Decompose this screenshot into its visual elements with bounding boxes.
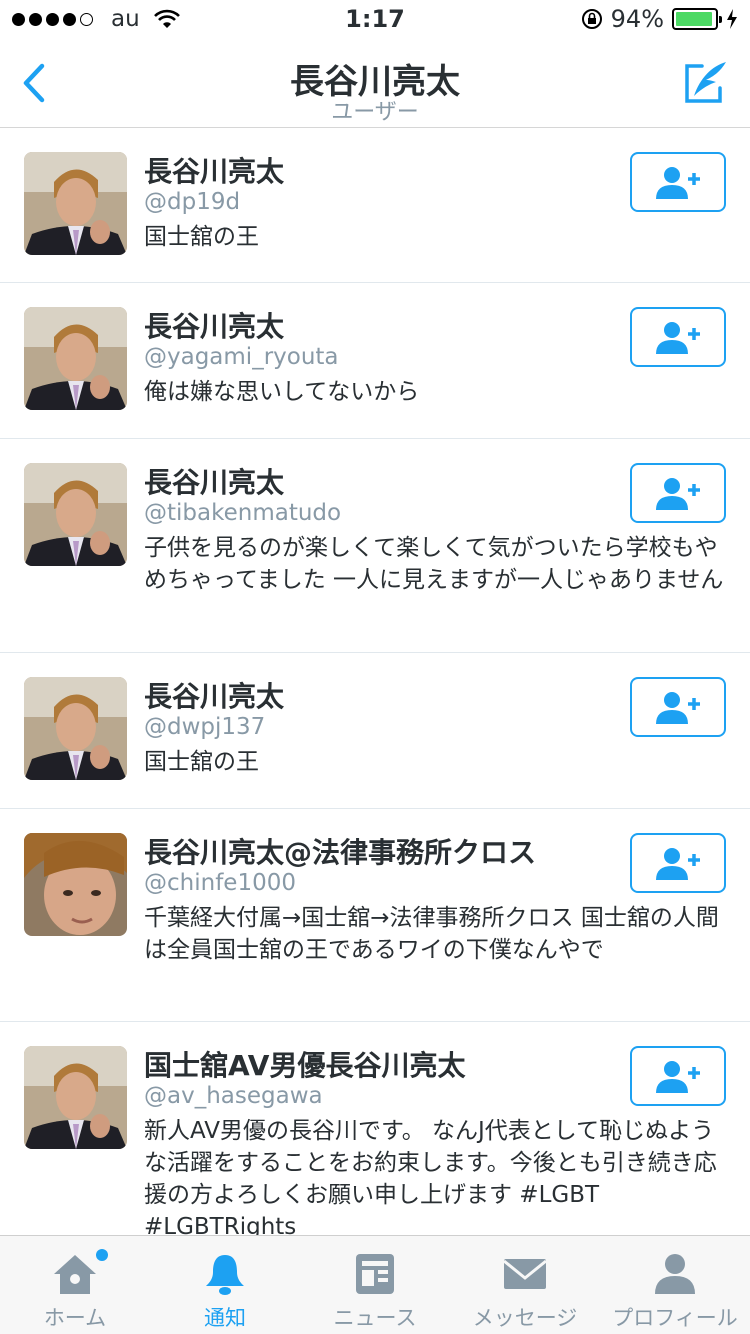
list-item[interactable]: 長谷川亮太 @tibakenmatudo 子供を見るのが楽しくて楽しくて気がつい…: [0, 439, 750, 653]
add-user-icon: [656, 848, 700, 880]
user-name[interactable]: 長谷川亮太: [144, 461, 284, 501]
tab-label: メッセージ: [472, 1306, 578, 1330]
user-handle: @av_hasegawa: [144, 1083, 323, 1109]
user-handle: @dp19d: [144, 189, 241, 215]
follow-button[interactable]: [630, 833, 726, 893]
user-handle: @tibakenmatudo: [144, 500, 342, 526]
user-bio: 国士舘の王: [144, 224, 259, 250]
rotation-lock-icon: [581, 9, 602, 29]
user-bio: 子供を見るのが楽しくて楽しくて気がついたら学校もやめちゃってました 一人に見えま…: [144, 535, 724, 593]
user-name[interactable]: 長谷川亮太: [144, 150, 284, 190]
user-handle: @yagami_ryouta: [144, 344, 339, 370]
user-handle: @chinfe1000: [144, 870, 296, 896]
avatar[interactable]: [24, 833, 127, 936]
tab-news[interactable]: ニュース: [300, 1236, 450, 1334]
follow-button[interactable]: [630, 1046, 726, 1106]
navigation-bar: 長谷川亮太 ユーザー: [0, 40, 750, 128]
user-bio: 俺は嫌な思いしてないから: [144, 379, 420, 405]
add-user-icon: [656, 478, 700, 510]
status-bar: au 1:17 94%: [0, 0, 750, 40]
tab-notifications[interactable]: 通知: [150, 1236, 300, 1334]
tab-profile[interactable]: プロフィール: [600, 1236, 750, 1334]
list-item[interactable]: 長谷川亮太 @dwpj137 国士舘の王: [0, 653, 750, 809]
tab-label: プロフィール: [612, 1306, 738, 1330]
avatar[interactable]: [24, 1046, 127, 1149]
follow-button[interactable]: [630, 463, 726, 523]
list-item[interactable]: 長谷川亮太@法律事務所クロス @chinfe1000 千葉経大付属→国士舘→法律…: [0, 809, 750, 1022]
list-item[interactable]: 長谷川亮太 @dp19d 国士舘の王: [0, 128, 750, 283]
add-user-icon: [656, 692, 700, 724]
avatar[interactable]: [24, 463, 127, 566]
avatar[interactable]: [24, 677, 127, 780]
user-name[interactable]: 国士舘AV男優長谷川亮太: [144, 1044, 465, 1084]
tab-messages[interactable]: メッセージ: [450, 1236, 600, 1334]
battery-icon: [672, 8, 722, 30]
notification-badge: [96, 1249, 108, 1261]
add-user-icon: [656, 322, 700, 354]
user-handle: @dwpj137: [144, 714, 266, 740]
tab-home[interactable]: ホーム: [0, 1236, 150, 1334]
user-name[interactable]: 長谷川亮太: [144, 305, 284, 345]
user-name[interactable]: 長谷川亮太: [144, 675, 284, 715]
list-item[interactable]: 長谷川亮太 @yagami_ryouta 俺は嫌な思いしてないから: [0, 283, 750, 439]
user-name[interactable]: 長谷川亮太@法律事務所クロス: [144, 831, 536, 871]
follow-button[interactable]: [630, 152, 726, 212]
compose-icon[interactable]: [682, 58, 730, 108]
user-bio: 千葉経大付属→国士舘→法律事務所クロス 国士舘の人間は全員国士舘の王であるワイの…: [144, 905, 719, 963]
follow-button[interactable]: [630, 307, 726, 367]
tab-label: ホーム: [43, 1306, 107, 1330]
user-bio: 新人AV男優の長谷川です。 なんJ代表として恥じぬような活躍をすることをお約束し…: [144, 1118, 717, 1240]
avatar[interactable]: [24, 152, 127, 255]
bell-icon: [206, 1255, 244, 1295]
home-icon: [54, 1255, 96, 1294]
tab-label: ニュース: [333, 1306, 417, 1330]
tab-label: 通知: [204, 1306, 246, 1330]
battery-percent: 94%: [610, 5, 664, 33]
add-user-icon: [656, 1061, 700, 1093]
charging-icon: [727, 9, 737, 29]
envelope-icon: [503, 1259, 547, 1289]
user-bio: 国士舘の王: [144, 749, 259, 775]
tab-bar: ホーム 通知 ニュース メッセージ プロフィール: [0, 1235, 750, 1334]
add-user-icon: [656, 167, 700, 199]
news-icon: [356, 1254, 394, 1294]
follow-button[interactable]: [630, 677, 726, 737]
avatar[interactable]: [24, 307, 127, 410]
profile-icon: [655, 1254, 695, 1294]
page-subtitle: ユーザー: [331, 100, 419, 125]
